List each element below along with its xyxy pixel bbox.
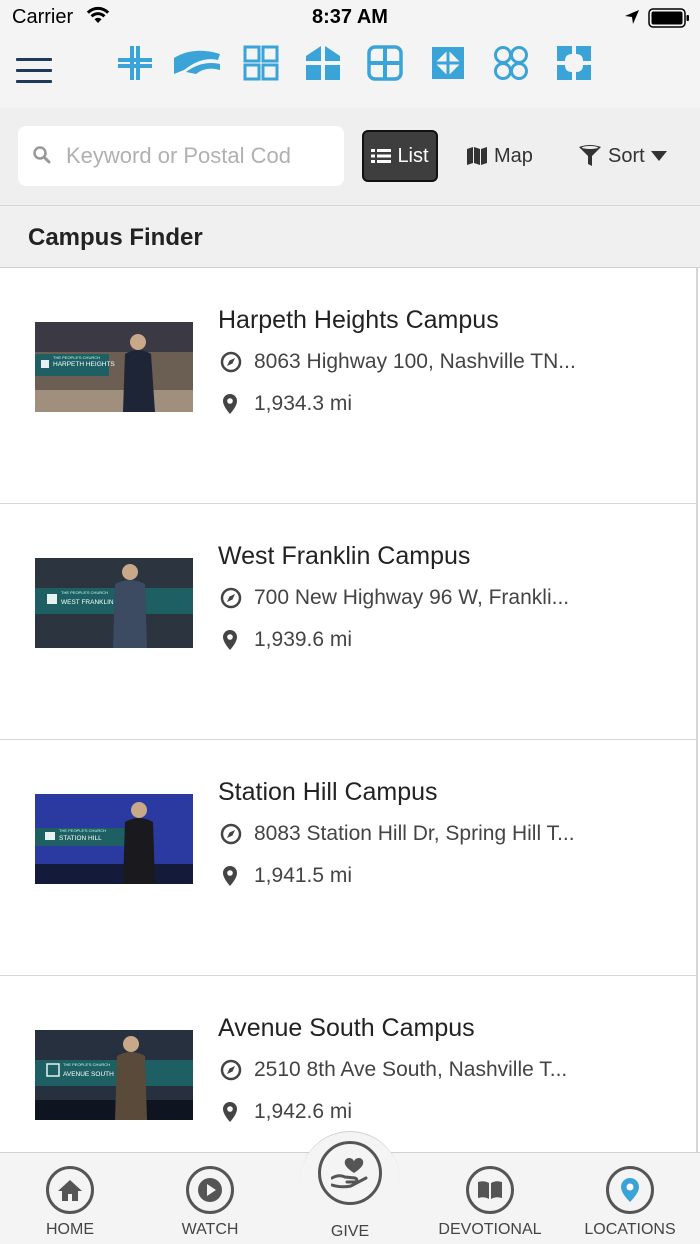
- campus-address-row: 8083 Station Hill Dr, Spring Hill T...: [220, 822, 575, 846]
- campus-distance-row: 1,939.6 mi: [222, 628, 352, 652]
- campus-name: Station Hill Campus: [218, 778, 438, 806]
- battery-icon: [648, 8, 689, 28]
- hamburger-menu-icon[interactable]: [16, 58, 52, 86]
- campus-thumbnail-image: THE PEOPLE'S CHURCH HARPETH HEIGHTS: [35, 322, 193, 412]
- campus-cross-icon[interactable]: [116, 44, 154, 82]
- campus-frame-icon[interactable]: [366, 44, 404, 82]
- campus-list-item[interactable]: THE PEOPLE'S CHURCH AVENUE SOUTH Avenue …: [0, 976, 698, 1152]
- list-icon: [371, 149, 392, 163]
- compass-icon: [220, 1059, 242, 1081]
- campus-distance: 1,934.3 mi: [254, 392, 353, 415]
- campus-circles-icon[interactable]: [492, 44, 530, 82]
- campus-address-row: 700 New Highway 96 W, Frankli...: [220, 586, 569, 610]
- thumb-big-text: STATION HILL: [59, 835, 102, 842]
- campus-list-item[interactable]: THE PEOPLE'S CHURCH WEST FRANKLIN West F…: [0, 504, 698, 740]
- campus-list-item[interactable]: THE PEOPLE'S CHURCH HARPETH HEIGHTS Harp…: [0, 268, 698, 504]
- campus-address: 8063 Highway 100, Nashville TN...: [254, 350, 576, 373]
- map-icon: [467, 147, 487, 165]
- campus-distance-row: 1,942.6 mi: [222, 1100, 352, 1124]
- map-pin-icon: [223, 1102, 237, 1122]
- campus-name: Harpeth Heights Campus: [218, 306, 499, 334]
- page-title: Campus Finder: [28, 224, 203, 251]
- campus-wing-icon[interactable]: [172, 44, 222, 82]
- search-row: List Map Sort: [0, 108, 700, 206]
- campus-thumbnail: THE PEOPLE'S CHURCH WEST FRANKLIN: [35, 558, 193, 648]
- status-bar: Carrier 8:37 AM: [0, 0, 700, 36]
- map-pin-icon: [223, 394, 237, 414]
- tab-locations-label: LOCATIONS: [584, 1221, 676, 1238]
- list-view-label: List: [397, 144, 429, 167]
- campus-window-icon[interactable]: [304, 44, 342, 82]
- thumb-small-text: THE PEOPLE'S CHURCH: [61, 590, 108, 595]
- tab-home[interactable]: HOME: [0, 1153, 140, 1244]
- campus-list: THE PEOPLE'S CHURCH HARPETH HEIGHTS Harp…: [0, 268, 700, 1152]
- thumb-big-text: WEST FRANKLIN: [61, 599, 114, 606]
- tab-bar: HOME WATCH GIVE DEVOTIONAL LOCATIONS: [0, 1131, 700, 1244]
- campus-grid-icon[interactable]: [242, 44, 280, 82]
- campus-address: 8083 Station Hill Dr, Spring Hill T...: [254, 822, 575, 845]
- tab-devotional-label: DEVOTIONAL: [438, 1221, 542, 1238]
- compass-icon: [220, 351, 242, 373]
- play-icon: [186, 1166, 234, 1214]
- funnel-icon: [579, 145, 601, 166]
- tab-home-label: HOME: [46, 1221, 94, 1238]
- campus-thumbnail: THE PEOPLE'S CHURCH STATION HILL: [35, 794, 193, 884]
- section-header: Campus Finder: [0, 206, 700, 268]
- campus-address: 2510 8th Ave South, Nashville T...: [254, 1058, 568, 1081]
- tab-locations[interactable]: LOCATIONS: [560, 1153, 700, 1244]
- home-icon: [46, 1166, 94, 1214]
- sort-label: Sort: [608, 144, 645, 167]
- campus-distance-row: 1,941.5 mi: [222, 864, 352, 888]
- campus-distance-row: 1,934.3 mi: [222, 392, 352, 416]
- compass-icon: [220, 823, 242, 845]
- caret-down-icon: [650, 151, 667, 161]
- campus-address-row: 8063 Highway 100, Nashville TN...: [220, 350, 576, 374]
- campus-address: 700 New Highway 96 W, Frankli...: [254, 586, 570, 609]
- tab-devotional[interactable]: DEVOTIONAL: [420, 1153, 560, 1244]
- campus-distance: 1,939.6 mi: [254, 628, 353, 651]
- campus-distance: 1,941.5 mi: [254, 864, 353, 887]
- search-input[interactable]: [66, 138, 336, 174]
- campus-thumbnail-image: THE PEOPLE'S CHURCH STATION HILL: [35, 794, 193, 884]
- top-header: [0, 36, 700, 108]
- campus-thumbnail: THE PEOPLE'S CHURCH AVENUE SOUTH: [35, 1030, 193, 1120]
- compass-icon: [220, 587, 242, 609]
- thumb-small-text: THE PEOPLE'S CHURCH: [53, 355, 100, 360]
- campus-distance: 1,942.6 mi: [254, 1100, 353, 1123]
- search-icon: [33, 146, 51, 164]
- campus-name: Avenue South Campus: [218, 1014, 475, 1042]
- heart-hand-icon: [318, 1141, 382, 1205]
- sort-button[interactable]: Sort: [578, 130, 667, 182]
- location-pin-icon: [606, 1166, 654, 1214]
- thumb-small-text: THE PEOPLE'S CHURCH: [63, 1062, 110, 1067]
- status-time: 8:37 AM: [312, 6, 388, 28]
- map-pin-icon: [223, 866, 237, 886]
- map-view-button[interactable]: Map: [466, 130, 533, 182]
- list-view-button[interactable]: List: [362, 130, 438, 182]
- campus-diamond-icon[interactable]: [429, 44, 467, 82]
- campus-list-item[interactable]: THE PEOPLE'S CHURCH STATION HILL Station…: [0, 740, 698, 976]
- tab-watch[interactable]: WATCH: [140, 1153, 280, 1244]
- campus-name: West Franklin Campus: [218, 542, 471, 570]
- campus-thumbnail-image: THE PEOPLE'S CHURCH WEST FRANKLIN: [35, 558, 193, 648]
- tab-give[interactable]: GIVE: [280, 1141, 420, 1244]
- campus-petals-icon[interactable]: [555, 44, 593, 82]
- book-icon: [466, 1166, 514, 1214]
- campus-thumbnail: THE PEOPLE'S CHURCH HARPETH HEIGHTS: [35, 322, 193, 412]
- thumb-big-text: AVENUE SOUTH: [63, 1071, 114, 1078]
- thumb-small-text: THE PEOPLE'S CHURCH: [59, 828, 106, 833]
- campus-address-row: 2510 8th Ave South, Nashville T...: [220, 1058, 567, 1082]
- map-pin-icon: [223, 630, 237, 650]
- thumb-big-text: HARPETH HEIGHTS: [53, 361, 115, 368]
- search-box[interactable]: [18, 126, 344, 186]
- campus-thumbnail-image: THE PEOPLE'S CHURCH AVENUE SOUTH: [35, 1030, 193, 1120]
- tab-give-label: GIVE: [330, 1223, 370, 1240]
- tab-watch-label: WATCH: [181, 1221, 239, 1238]
- map-view-label: Map: [494, 144, 533, 167]
- location-arrow-icon: [625, 10, 639, 24]
